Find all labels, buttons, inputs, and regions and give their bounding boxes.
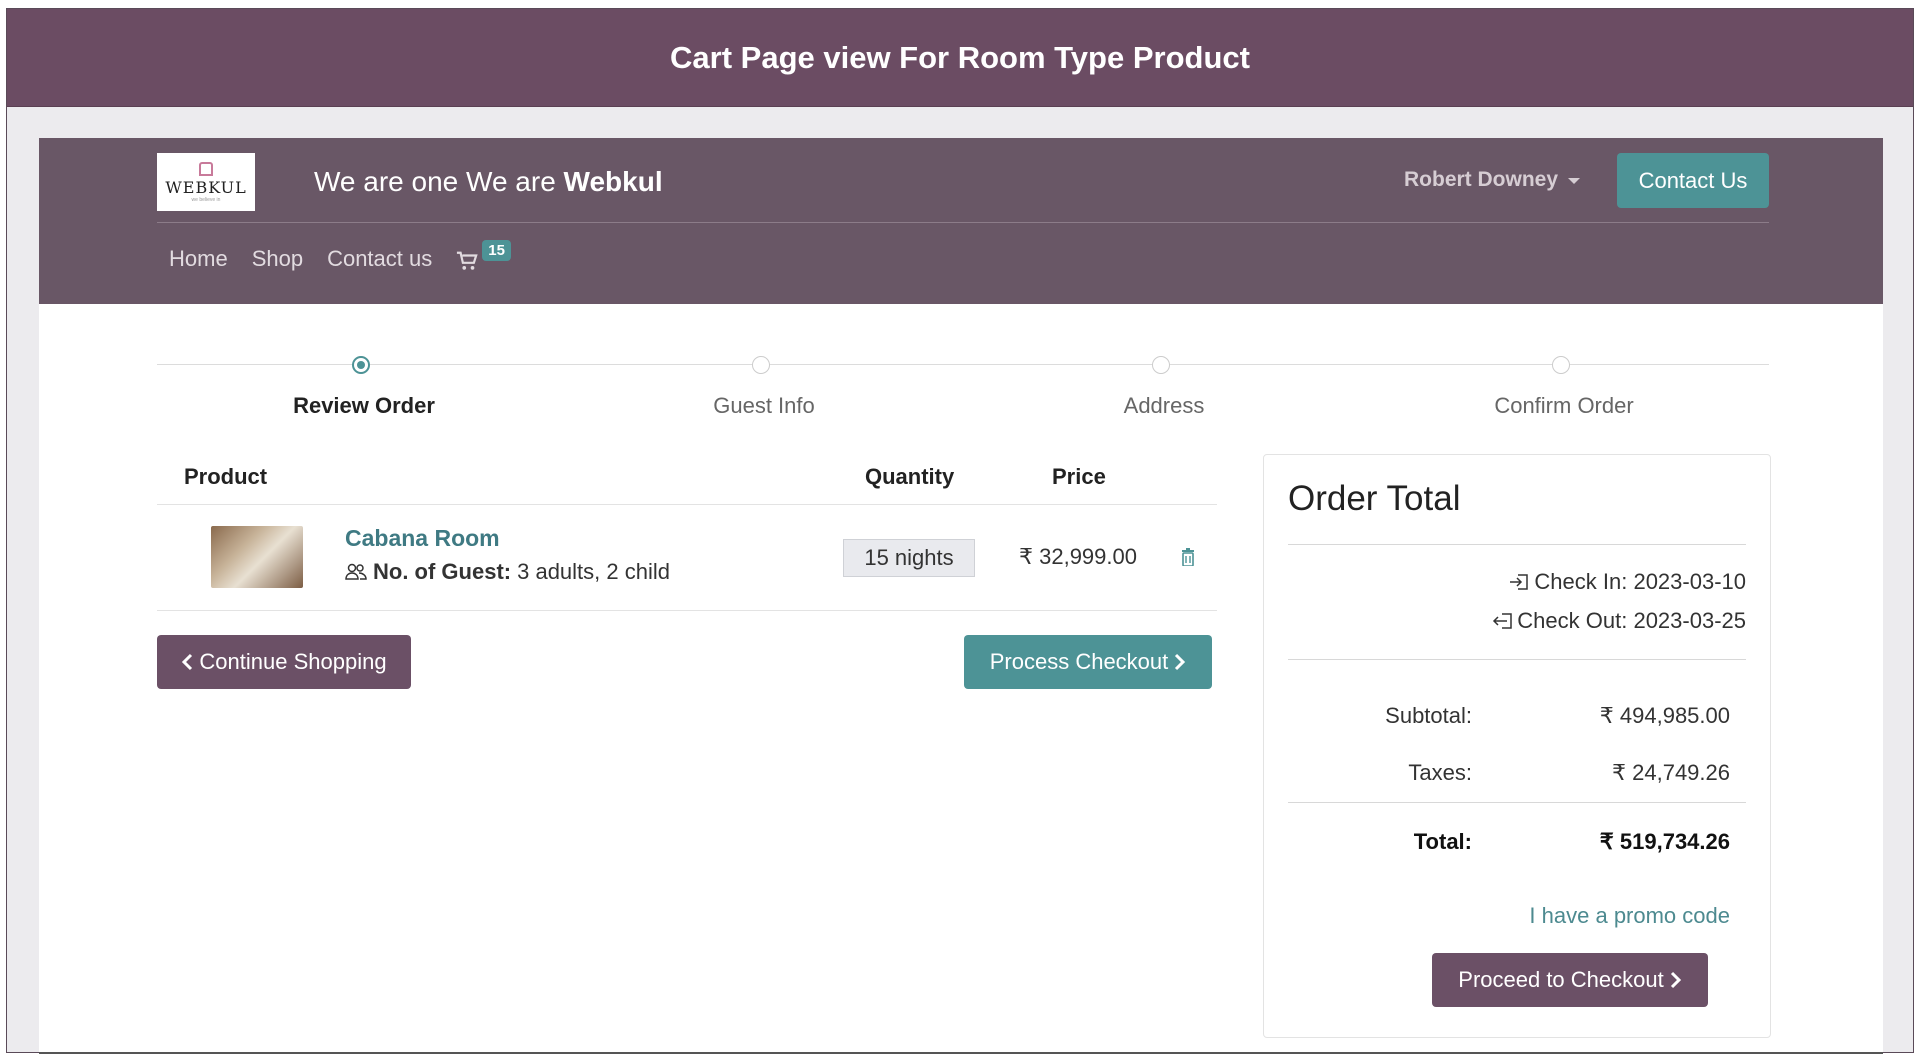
tagline-brand: Webkul <box>563 166 663 197</box>
step-guest-info: Guest Info <box>713 393 815 418</box>
banner-title: Cart Page view For Room Type Product <box>670 39 1250 75</box>
continue-shopping-button[interactable]: Continue Shopping <box>157 635 411 689</box>
summary-divider <box>1288 544 1746 545</box>
caret-down-icon <box>1568 178 1581 184</box>
order-total-title: Order Total <box>1288 479 1461 518</box>
check-out-icon <box>1493 613 1513 629</box>
summary-divider-2 <box>1288 659 1746 660</box>
logo-text: WEBKUL <box>165 177 247 197</box>
column-product: Product <box>184 464 268 489</box>
guests-icon <box>345 563 367 580</box>
continue-shopping-label: Continue Shopping <box>199 649 387 674</box>
quantity-field[interactable]: 15 nights <box>843 539 975 577</box>
step-dot-address <box>1152 356 1170 374</box>
website: WEBKUL we believe in We are one We are W… <box>39 138 1883 1054</box>
guest-info: No. of Guest: 3 adults, 2 child <box>345 559 670 585</box>
cart-count-badge: 15 <box>482 240 511 261</box>
order-summary-card: Order Total Check In: 2023-03-10 Check O… <box>1263 454 1771 1038</box>
tagline: We are one We are Webkul <box>314 158 663 206</box>
check-in-row: Check In: 2023-03-10 <box>1508 569 1746 595</box>
trash-icon[interactable] <box>1181 548 1195 566</box>
checkout-progress-line <box>157 364 1769 365</box>
tagline-prefix: We are one We are <box>314 166 564 197</box>
logo-subtext: we believe in <box>191 196 221 203</box>
summary-divider-3 <box>1288 802 1746 803</box>
user-menu[interactable]: Robert Downey <box>1404 168 1581 192</box>
proceed-to-checkout-label: Proceed to Checkout <box>1458 967 1664 992</box>
nav-home[interactable]: Home <box>169 246 228 272</box>
total-label: Total: <box>1413 829 1472 854</box>
process-checkout-label: Process Checkout <box>989 649 1169 674</box>
contact-us-button[interactable]: Contact Us <box>1617 153 1769 208</box>
chevron-right-icon <box>1175 653 1186 671</box>
step-confirm-order: Confirm Order <box>1494 393 1634 418</box>
check-in-icon <box>1510 574 1529 590</box>
promo-code-link[interactable]: I have a promo code <box>1529 903 1730 929</box>
page-banner: Cart Page view For Room Type Product <box>7 9 1913 107</box>
total-value: ₹ 519,734.26 <box>1599 829 1730 854</box>
cart-icon <box>457 251 478 270</box>
check-out-row: Check Out: 2023-03-25 <box>1491 608 1746 634</box>
header-divider <box>157 222 1769 223</box>
step-address: Address <box>1123 393 1205 418</box>
product-name-link[interactable]: Cabana Room <box>345 525 500 552</box>
user-name: Robert Downey <box>1404 168 1559 191</box>
screenshot-frame: Cart Page view For Room Type Product WEB… <box>6 8 1914 1054</box>
main-nav: Home Shop Contact us 15 <box>169 240 511 272</box>
process-checkout-button[interactable]: Process Checkout <box>964 635 1212 689</box>
subtotal-value: ₹ 494,985.00 <box>1599 703 1730 728</box>
cart-link[interactable]: 15 <box>456 240 511 272</box>
step-review-order: Review Order <box>293 393 435 418</box>
taxes-value: ₹ 24,749.26 <box>1612 760 1730 785</box>
check-in-text: Check In: 2023-03-10 <box>1534 569 1746 594</box>
logo[interactable]: WEBKUL we believe in <box>157 153 255 211</box>
chevron-right-icon <box>1670 971 1681 989</box>
table-header-divider <box>157 504 1217 505</box>
table-row-divider <box>157 610 1217 611</box>
guest-label: No. of Guest: <box>373 559 512 584</box>
step-dot-review-order <box>352 356 370 374</box>
nav-contact-us[interactable]: Contact us <box>327 246 432 272</box>
step-dot-confirm-order <box>1552 356 1570 374</box>
column-price: Price <box>1052 464 1106 489</box>
proceed-to-checkout-button[interactable]: Proceed to Checkout <box>1432 953 1708 1007</box>
column-quantity: Quantity <box>865 464 955 489</box>
product-thumbnail[interactable] <box>211 526 303 588</box>
subtotal-label: Subtotal: <box>1385 703 1472 728</box>
site-header: WEBKUL we believe in We are one We are W… <box>39 138 1883 304</box>
chevron-left-icon <box>182 653 193 671</box>
guest-value: 3 adults, 2 child <box>517 559 670 584</box>
logo-mark-icon <box>199 161 213 176</box>
check-out-text: Check Out: 2023-03-25 <box>1517 608 1746 633</box>
taxes-label: Taxes: <box>1408 760 1472 785</box>
line-price: ₹ 32,999.00 <box>1019 544 1137 569</box>
step-dot-guest-info <box>752 356 770 374</box>
nav-shop[interactable]: Shop <box>252 246 303 272</box>
